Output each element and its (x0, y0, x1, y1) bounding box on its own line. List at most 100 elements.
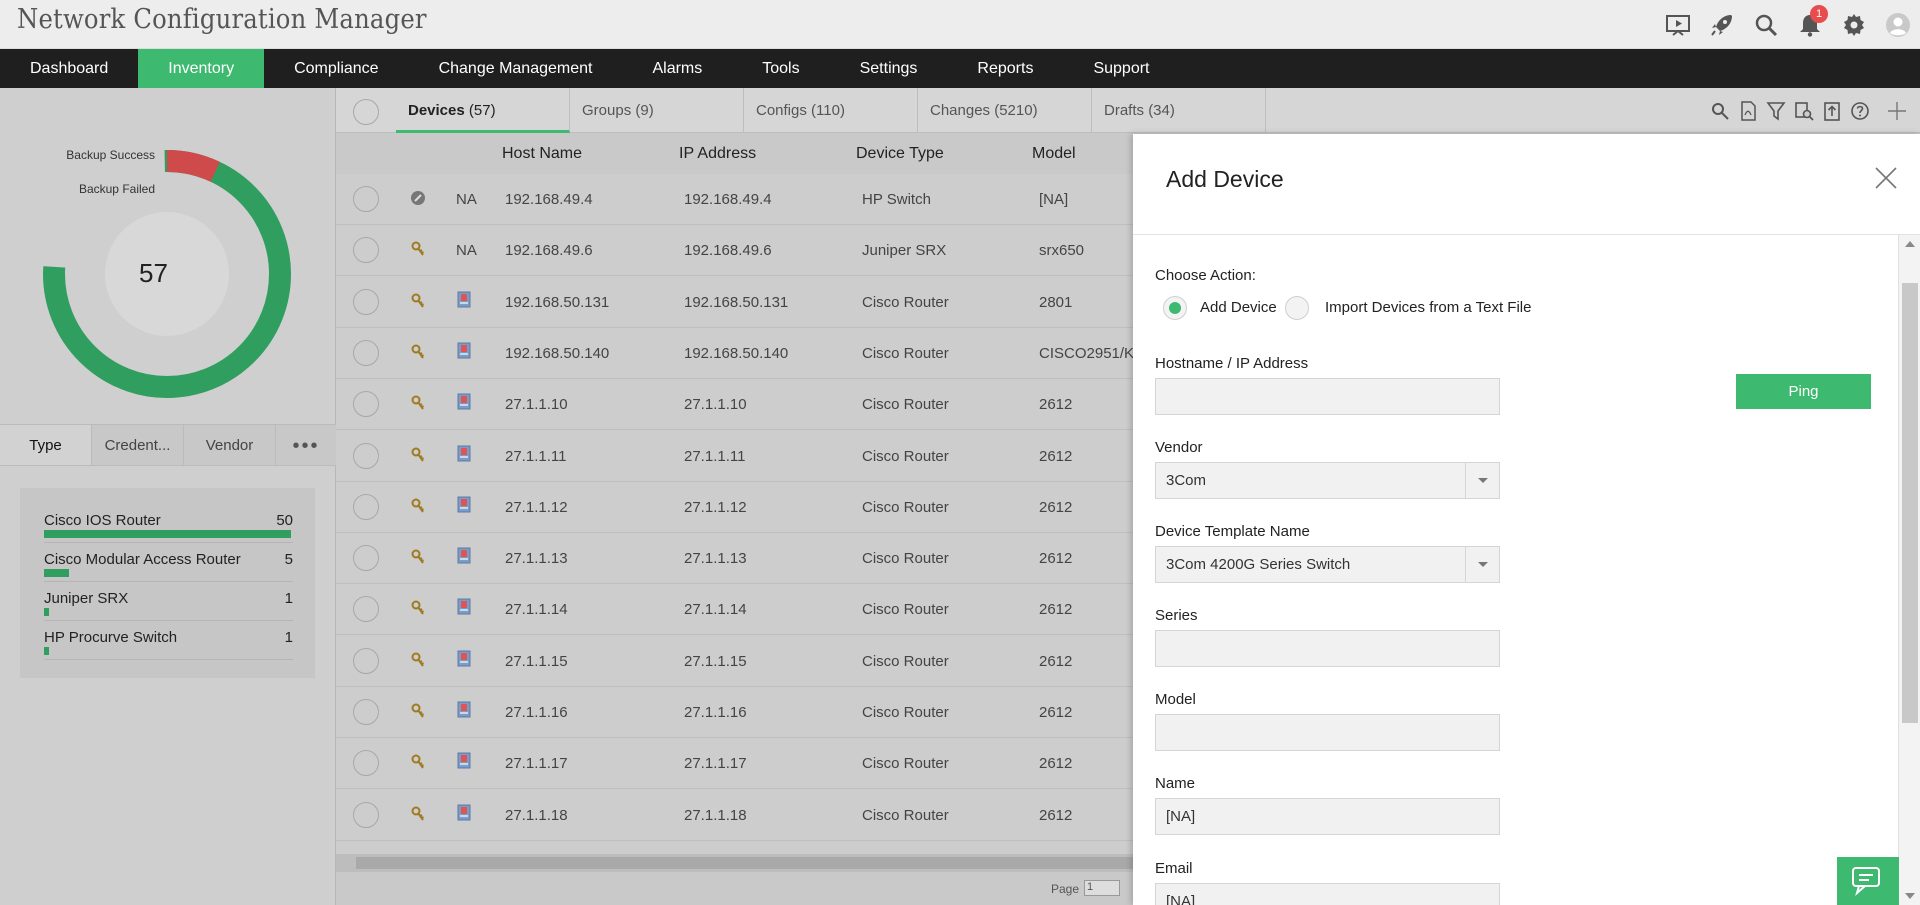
notification-bell-icon[interactable]: 1 (1788, 4, 1832, 45)
gear-icon[interactable] (1832, 5, 1876, 45)
scroll-down-icon[interactable] (1905, 893, 1915, 899)
credential-key-icon[interactable] (410, 447, 426, 463)
col-device-type[interactable]: Device Type (856, 145, 944, 163)
credential-key-icon[interactable] (410, 754, 426, 770)
nav-reports[interactable]: Reports (947, 49, 1063, 88)
radio-import-devices[interactable] (1285, 296, 1309, 320)
select-all-checkbox[interactable] (353, 99, 379, 125)
export-icon[interactable] (1818, 97, 1846, 125)
list-item[interactable]: HP Procurve Switch 1 (44, 621, 293, 660)
radio-add-device-label[interactable]: Add Device (1200, 299, 1277, 316)
nav-dashboard[interactable]: Dashboard (0, 49, 138, 88)
credential-key-icon[interactable] (410, 806, 426, 822)
config-file-icon[interactable] (457, 752, 471, 769)
series-input[interactable] (1155, 630, 1500, 667)
vertical-scrollbar[interactable] (1898, 235, 1920, 905)
row-checkbox[interactable] (353, 391, 379, 418)
nav-tools[interactable]: Tools (732, 49, 829, 88)
row-checkbox[interactable] (353, 442, 379, 469)
config-file-icon[interactable] (457, 291, 471, 308)
tab-groups[interactable]: Groups (9) (570, 88, 744, 133)
list-item[interactable]: Cisco IOS Router 50 (44, 504, 293, 543)
credential-key-icon[interactable] (410, 549, 426, 565)
radio-add-device[interactable] (1163, 296, 1187, 320)
row-checkbox[interactable] (353, 647, 379, 674)
config-file-icon[interactable] (457, 393, 471, 410)
ping-button[interactable]: Ping (1736, 374, 1871, 409)
row-checkbox[interactable] (353, 596, 379, 623)
device-settings-icon[interactable] (410, 190, 426, 206)
config-file-icon[interactable] (457, 547, 471, 564)
page-number-input[interactable]: 1 (1084, 880, 1120, 896)
credential-key-icon[interactable] (410, 703, 426, 719)
tab-credential[interactable]: Credent... (92, 425, 184, 465)
template-select[interactable]: 3Com 4200G Series Switch (1155, 546, 1500, 583)
nav-inventory[interactable]: Inventory (138, 49, 265, 88)
chat-button[interactable] (1837, 857, 1899, 905)
help-icon[interactable] (1846, 97, 1874, 125)
search-icon[interactable] (1744, 5, 1788, 45)
credential-key-icon[interactable] (410, 241, 426, 257)
radio-import-devices-label[interactable]: Import Devices from a Text File (1325, 299, 1531, 316)
nav-change-management[interactable]: Change Management (409, 49, 623, 88)
user-avatar-icon[interactable] (1876, 5, 1920, 45)
scroll-up-icon[interactable] (1905, 241, 1915, 247)
model-input[interactable] (1155, 714, 1500, 751)
row-checkbox[interactable] (353, 237, 379, 264)
tab-drafts[interactable]: Drafts (34) (1092, 88, 1266, 133)
scrollbar-thumb[interactable] (1902, 283, 1918, 723)
row-checkbox[interactable] (353, 288, 379, 315)
rocket-icon[interactable] (1700, 5, 1744, 45)
tab-configs[interactable]: Configs (110) (744, 88, 918, 133)
name-input[interactable]: [NA] (1155, 798, 1500, 835)
col-ip-address[interactable]: IP Address (679, 145, 756, 163)
row-checkbox[interactable] (353, 801, 379, 828)
tab-changes[interactable]: Changes (5210) (918, 88, 1092, 133)
config-file-icon[interactable] (457, 445, 471, 462)
config-file-icon[interactable] (457, 496, 471, 513)
col-host-name[interactable]: Host Name (502, 145, 582, 163)
config-file-icon[interactable] (457, 650, 471, 667)
credential-key-icon[interactable] (410, 600, 426, 616)
row-checkbox[interactable] (353, 339, 379, 366)
hostname-input[interactable] (1155, 378, 1500, 415)
list-item[interactable]: Juniper SRX 1 (44, 582, 293, 621)
more-tabs-icon[interactable]: ••• (276, 425, 336, 465)
credential-key-icon[interactable] (410, 344, 426, 360)
tab-vendor[interactable]: Vendor (184, 425, 276, 465)
config-file-icon[interactable] (457, 342, 471, 359)
presentation-icon[interactable] (1656, 5, 1700, 45)
add-icon[interactable] (1874, 97, 1920, 125)
col-model[interactable]: Model (1032, 145, 1076, 163)
row-checkbox[interactable] (353, 493, 379, 520)
pdf-icon[interactable] (1734, 97, 1762, 125)
filter-icon[interactable] (1762, 97, 1790, 125)
tab-devices[interactable]: Devices (57) (396, 88, 570, 133)
search-icon[interactable] (1706, 97, 1734, 125)
donut-failed-arc[interactable] (166, 150, 220, 182)
nav-settings[interactable]: Settings (830, 49, 948, 88)
credential-key-icon[interactable] (410, 293, 426, 309)
credential-key-icon[interactable] (410, 395, 426, 411)
vendor-select[interactable]: 3Com (1155, 462, 1500, 499)
tab-type[interactable]: Type (0, 425, 92, 465)
row-checkbox[interactable] (353, 699, 379, 725)
row-checkbox[interactable] (353, 186, 379, 212)
config-file-icon[interactable] (457, 804, 471, 821)
nav-compliance[interactable]: Compliance (264, 49, 408, 88)
list-item[interactable]: Cisco Modular Access Router 5 (44, 543, 293, 582)
config-file-icon[interactable] (457, 598, 471, 615)
row-checkbox[interactable] (353, 545, 379, 572)
row-ip-address: 27.1.1.18 (684, 806, 747, 824)
nav-support[interactable]: Support (1063, 49, 1179, 88)
nav-alarms[interactable]: Alarms (622, 49, 732, 88)
credential-key-icon[interactable] (410, 498, 426, 514)
close-icon[interactable] (1874, 166, 1898, 190)
chevron-down-icon[interactable] (1465, 547, 1499, 582)
email-input[interactable]: [NA] (1155, 883, 1500, 905)
chevron-down-icon[interactable] (1465, 463, 1499, 498)
config-file-icon[interactable] (457, 701, 471, 718)
row-checkbox[interactable] (353, 750, 379, 777)
find-device-icon[interactable] (1790, 97, 1818, 125)
credential-key-icon[interactable] (410, 652, 426, 668)
